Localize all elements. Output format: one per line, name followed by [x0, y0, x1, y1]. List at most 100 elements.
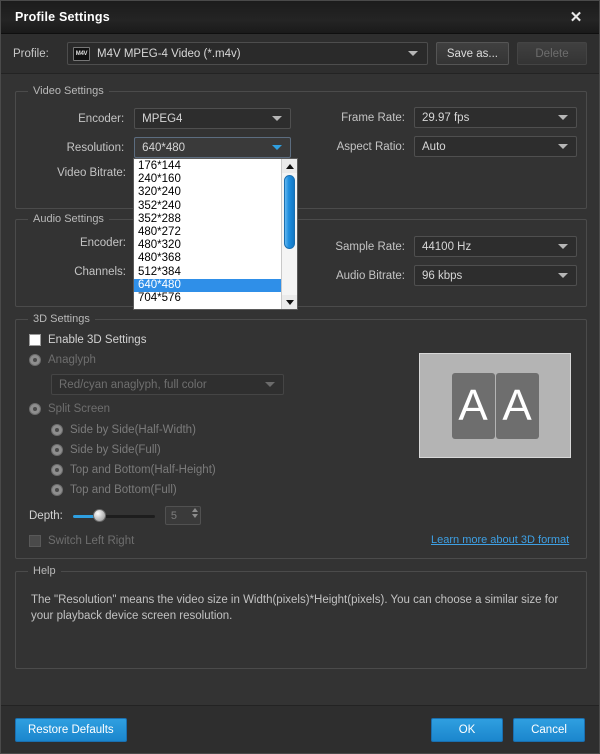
scrollbar-thumb[interactable] — [284, 175, 295, 249]
resolution-value: 640*480 — [142, 141, 186, 154]
video-settings-title: Video Settings — [28, 85, 109, 97]
resolution-option-4[interactable]: 352*288 — [134, 213, 281, 226]
resolution-option-6[interactable]: 480*320 — [134, 239, 281, 252]
resolution-option-3[interactable]: 352*240 — [134, 200, 281, 213]
frame-rate-select[interactable]: 29.97 fps — [414, 107, 577, 128]
ok-button[interactable]: OK — [431, 717, 503, 742]
encoder-select-video[interactable]: MPEG4 — [134, 108, 291, 129]
3d-preview: A A — [419, 353, 571, 458]
resolution-dropdown-items: 176*144 240*160 320*240 352*240 352*288 480*2… — [134, 159, 281, 309]
triangle-up-icon — [285, 163, 294, 169]
split-option-row-3: Top and Bottom(Full) — [51, 484, 177, 496]
video-bitrate-label: Video Bitrate: — [57, 167, 126, 179]
triangle-down-icon — [285, 299, 294, 305]
channels-label: Channels: — [74, 266, 126, 278]
chevron-down-icon — [558, 244, 568, 249]
switch-left-right-checkbox — [29, 535, 41, 547]
profile-label: Profile: — [13, 47, 49, 60]
enable-3d-label: Enable 3D Settings — [48, 334, 147, 346]
footer-bar: Restore Defaults OK Cancel — [1, 705, 599, 753]
scrollbar-track[interactable] — [282, 173, 297, 295]
aspect-ratio-label: Aspect Ratio: — [336, 140, 405, 153]
frame-rate-label: Frame Rate: — [341, 111, 405, 124]
chevron-down-icon — [558, 144, 568, 149]
anaglyph-radio — [29, 354, 41, 366]
3d-settings-title: 3D Settings — [28, 313, 95, 325]
resolution-option-0[interactable]: 176*144 — [134, 160, 281, 173]
stepper-down-icon — [191, 514, 198, 518]
help-text: The "Resolution" means the video size in… — [31, 594, 559, 622]
encoder-label-audio: Encoder: — [79, 237, 126, 249]
resolution-dropdown-scrollbar[interactable] — [281, 159, 297, 309]
split-option-radio-1 — [51, 444, 63, 456]
sample-rate-select[interactable]: 44100 Hz — [414, 236, 577, 257]
split-option-label-2: Top and Bottom(Half-Height) — [70, 464, 216, 476]
anaglyph-mode-value: Red/cyan anaglyph, full color — [59, 378, 207, 391]
profile-value: M4V MPEG-4 Video (*.m4v) — [97, 47, 241, 60]
split-option-radio-0 — [51, 424, 63, 436]
encoder-label-video: Encoder: — [78, 112, 125, 125]
resolution-dropdown-list[interactable]: 176*144 240*160 320*240 352*240 352*288 480*2… — [133, 158, 298, 310]
frame-rate-field: Frame Rate: 29.97 fps — [331, 107, 591, 128]
resolution-option-10[interactable]: 704*576 — [134, 292, 281, 305]
switch-left-right-label: Switch Left Right — [48, 535, 135, 547]
enable-3d-checkbox-row[interactable]: Enable 3D Settings — [29, 334, 146, 346]
frame-rate-value: 29.97 fps — [422, 111, 470, 124]
close-icon[interactable]: ✕ — [559, 4, 593, 30]
learn-more-3d-link[interactable]: Learn more about 3D format — [431, 534, 569, 546]
depth-row: Depth: 5 — [29, 506, 201, 525]
encoder-value-video: MPEG4 — [142, 112, 183, 125]
split-option-row-0: Side by Side(Half-Width) — [51, 424, 196, 436]
resolution-option-9[interactable]: 640*480 — [134, 278, 281, 292]
depth-label: Depth: — [29, 509, 63, 522]
anaglyph-mode-select: Red/cyan anaglyph, full color — [51, 374, 284, 395]
split-screen-radio — [29, 403, 41, 415]
resolution-option-7[interactable]: 480*368 — [134, 252, 281, 265]
window-title: Profile Settings — [15, 10, 110, 24]
resolution-field: Resolution: 640*480 — [41, 137, 291, 158]
split-option-radio-2 — [51, 464, 63, 476]
chevron-down-icon — [272, 116, 282, 121]
split-option-row-2: Top and Bottom(Half-Height) — [51, 464, 216, 476]
resolution-option-2[interactable]: 320*240 — [134, 186, 281, 199]
depth-slider-handle[interactable] — [92, 508, 106, 522]
delete-button: Delete — [517, 42, 587, 65]
sample-rate-field: Sample Rate: 44100 Hz — [331, 236, 591, 257]
audio-settings-title: Audio Settings — [28, 213, 109, 225]
depth-slider[interactable] — [72, 508, 155, 523]
anaglyph-label: Anaglyph — [48, 354, 96, 366]
cancel-button[interactable]: Cancel — [513, 717, 585, 742]
encoder-field-video: Encoder: MPEG4 — [41, 108, 291, 129]
anaglyph-radio-row: Anaglyph — [29, 354, 96, 366]
enable-3d-checkbox[interactable] — [29, 334, 41, 346]
split-screen-radio-row: Split Screen — [29, 403, 110, 415]
scroll-down-button[interactable] — [282, 295, 297, 309]
depth-stepper: 5 — [164, 506, 201, 525]
audio-bitrate-select[interactable]: 96 kbps — [414, 265, 577, 286]
resolution-option-5[interactable]: 480*272 — [134, 226, 281, 239]
aspect-ratio-value: Auto — [422, 140, 446, 153]
split-option-row-1: Side by Side(Full) — [51, 444, 161, 456]
save-as-button[interactable]: Save as... — [435, 42, 509, 65]
aspect-ratio-select[interactable]: Auto — [414, 136, 577, 157]
split-option-label-3: Top and Bottom(Full) — [70, 484, 177, 496]
help-title: Help — [28, 565, 61, 577]
split-option-label-1: Side by Side(Full) — [70, 444, 161, 456]
split-option-label-0: Side by Side(Half-Width) — [70, 424, 196, 436]
m4v-format-icon: M4V — [73, 46, 90, 61]
chevron-down-icon — [272, 145, 282, 150]
depth-stepper-buttons — [191, 508, 198, 518]
audio-settings-group: Audio Settings — [15, 213, 587, 307]
resolution-select[interactable]: 640*480 — [134, 137, 291, 158]
resolution-option-8[interactable]: 512*384 — [134, 266, 281, 279]
restore-defaults-button[interactable]: Restore Defaults — [15, 717, 127, 742]
profile-select[interactable]: M4V M4V MPEG-4 Video (*.m4v) — [67, 42, 428, 65]
footer-action-buttons: OK Cancel — [431, 717, 585, 742]
sample-rate-label: Sample Rate: — [335, 240, 405, 253]
preview-right-eye: A — [495, 372, 539, 439]
titlebar: Profile Settings ✕ — [1, 1, 599, 34]
preview-left-eye: A — [451, 372, 495, 439]
resolution-option-1[interactable]: 240*160 — [134, 173, 281, 186]
scroll-up-button[interactable] — [282, 159, 297, 173]
profile-settings-dialog: Profile Settings ✕ Profile: M4V M4V MPEG… — [0, 0, 600, 754]
